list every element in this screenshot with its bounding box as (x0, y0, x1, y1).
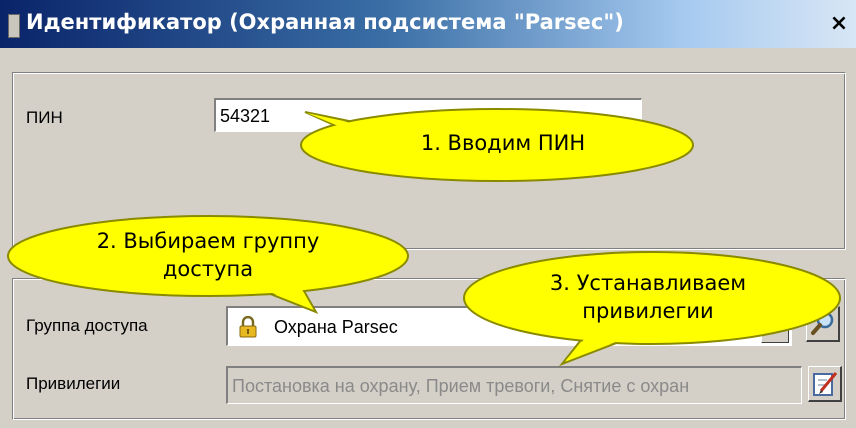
close-button[interactable]: × (822, 6, 856, 42)
callout-1-text: 1. Вводим ПИН (420, 131, 586, 155)
edit-icon (813, 372, 838, 396)
pin-input[interactable]: 54321 (214, 98, 642, 132)
callout-2-text-line2: доступа (162, 257, 254, 281)
search-button[interactable] (806, 306, 840, 342)
window-title: Идентификатор (Охранная подсистема "Pars… (26, 10, 624, 34)
callout-3-text-line1: 3. Устанавливаем (549, 271, 747, 295)
search-icon (811, 311, 834, 335)
callout-3-text-line2: привилегии (582, 299, 714, 323)
lock-icon (239, 316, 257, 338)
title-bar[interactable]: Идентификатор (Охранная подсистема "Pars… (0, 0, 856, 48)
window-icon (8, 14, 20, 38)
access-group-label: Группа доступа (26, 316, 148, 335)
privileges-field: Постановка на охрану, Прием тревоги, Сня… (226, 366, 802, 404)
privileges-label: Привилегии (26, 374, 121, 393)
edit-privileges-button[interactable] (808, 366, 842, 402)
dialog-window: Идентификатор (Охранная подсистема "Pars… (0, 0, 856, 428)
access-group-value: Охрана Parsec (274, 317, 398, 337)
callout-2-text-line1: 2. Выбираем группу (96, 229, 320, 253)
pin-label: ПИН (26, 108, 63, 127)
